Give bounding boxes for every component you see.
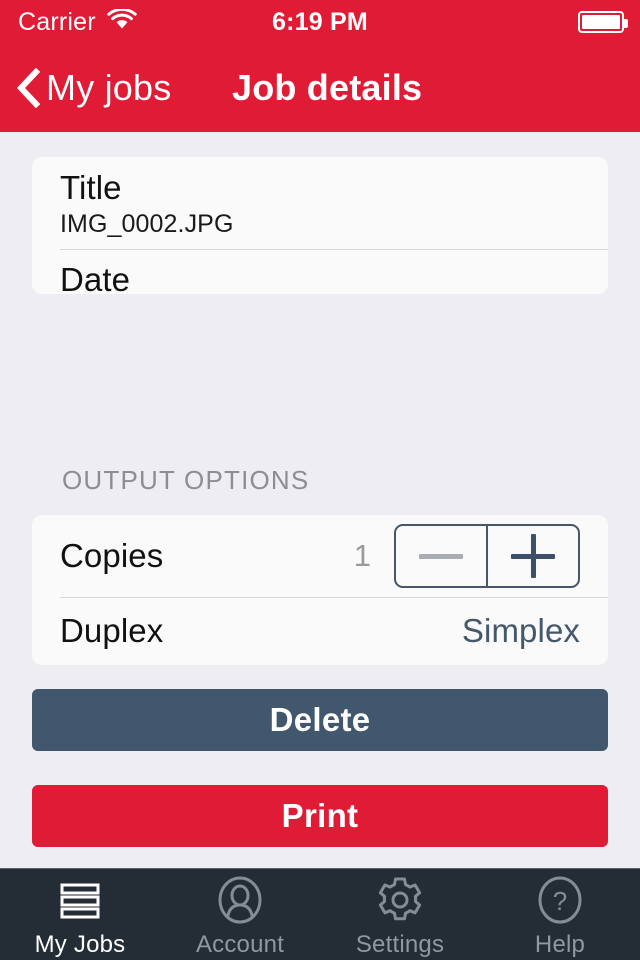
tab-help-label: Help xyxy=(534,931,586,958)
output-options-card: Copies 1 Duplex Simplex xyxy=(32,515,608,665)
gear-icon xyxy=(374,874,426,926)
page-title: Job details xyxy=(232,67,423,108)
title-row-label: Title xyxy=(60,169,122,206)
status-bar-right xyxy=(578,11,628,33)
tab-bar: My Jobs Account Settings ? Help xyxy=(0,868,640,960)
copies-increment-button[interactable] xyxy=(486,526,578,586)
navigation-bar: My jobs Job details xyxy=(0,44,640,132)
battery-full-icon xyxy=(578,11,628,33)
delete-button[interactable]: Delete xyxy=(32,689,608,751)
person-icon xyxy=(214,874,266,926)
minus-icon xyxy=(419,553,463,559)
app-screen: Carrier 6:19 PM My jobs Job details Titl… xyxy=(0,0,640,960)
status-bar: Carrier 6:19 PM xyxy=(0,0,640,44)
chevron-left-icon xyxy=(14,67,41,109)
copies-row: Copies 1 xyxy=(32,515,608,597)
svg-text:?: ? xyxy=(553,886,567,916)
duplex-row-value: Simplex xyxy=(461,612,580,649)
output-options-header: OUTPUT OPTIONS xyxy=(62,465,310,495)
copies-decrement-button[interactable] xyxy=(396,526,486,586)
date-row: Date Friday, August 28, 2015 at 9:56:13 … xyxy=(32,249,608,294)
back-button[interactable]: My jobs xyxy=(14,44,171,132)
tab-account[interactable]: Account xyxy=(160,869,320,960)
duplex-row[interactable]: Duplex Simplex xyxy=(32,597,608,665)
back-button-label: My jobs xyxy=(46,67,172,108)
tab-account-label: Account xyxy=(195,931,285,958)
tab-my-jobs-label: My Jobs xyxy=(34,931,126,958)
list-icon xyxy=(54,874,106,926)
duplex-row-label: Duplex xyxy=(60,612,164,649)
copies-value: 1 xyxy=(353,538,371,573)
job-details-card: Title IMG_0002.JPG Date Friday, August 2… xyxy=(32,157,608,294)
tab-settings-label: Settings xyxy=(355,931,445,958)
tab-my-jobs[interactable]: My Jobs xyxy=(0,869,160,960)
tab-help[interactable]: ? Help xyxy=(480,869,640,960)
print-button[interactable]: Print xyxy=(32,785,608,847)
plus-icon xyxy=(511,534,555,578)
status-bar-clock: 6:19 PM xyxy=(272,7,368,36)
copies-row-label: Copies xyxy=(60,537,164,574)
date-row-label: Date xyxy=(60,261,131,294)
content-area: Title IMG_0002.JPG Date Friday, August 2… xyxy=(0,132,640,868)
tab-settings[interactable]: Settings xyxy=(320,869,480,960)
title-row-value: IMG_0002.JPG xyxy=(60,210,234,238)
title-row: Title IMG_0002.JPG xyxy=(32,157,608,249)
question-mark-icon: ? xyxy=(534,874,586,926)
copies-stepper xyxy=(394,524,580,588)
